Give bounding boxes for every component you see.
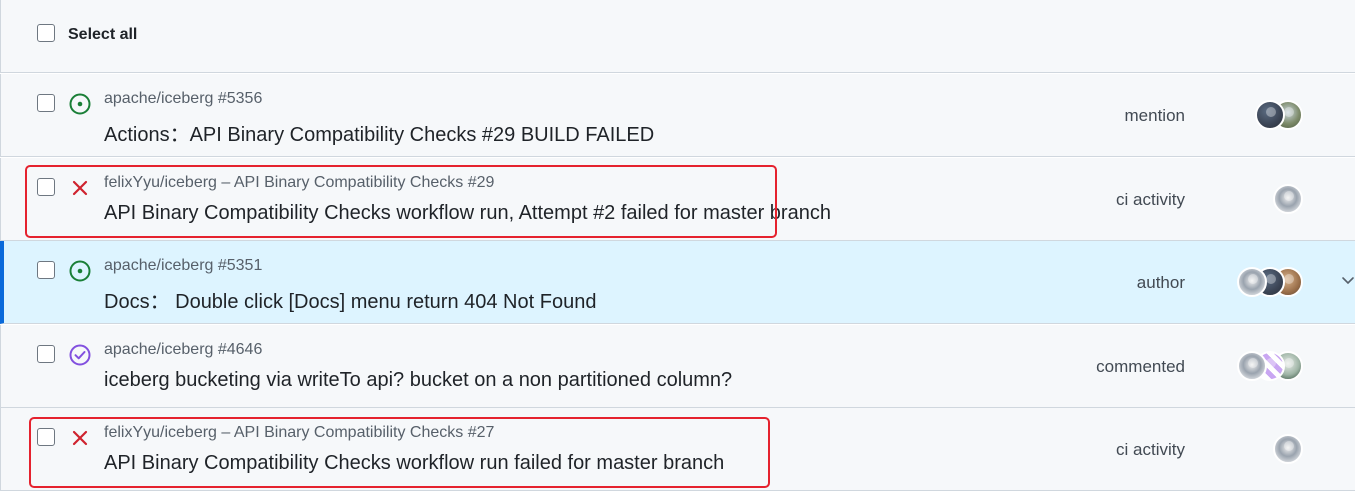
notification-repo[interactable]: apache/iceberg #5351 xyxy=(104,257,262,275)
participants-avatars[interactable] xyxy=(1237,267,1303,299)
notification-repo[interactable]: apache/iceberg #5356 xyxy=(104,90,262,108)
notification-title[interactable]: API Binary Compatibility Checks workflow… xyxy=(104,202,831,225)
issue-open-icon xyxy=(69,93,91,115)
row-checkbox[interactable] xyxy=(37,94,55,112)
notification-row-selected[interactable]: apache/iceberg #5351 Docs： Double click … xyxy=(0,241,1355,324)
select-all-checkbox[interactable] xyxy=(37,24,55,42)
participants-avatars[interactable] xyxy=(1273,434,1303,466)
row-checkbox[interactable] xyxy=(37,428,55,446)
issue-open-icon xyxy=(69,260,91,282)
x-icon xyxy=(72,180,88,196)
notification-title[interactable]: API Binary Compatibility Checks workflow… xyxy=(104,452,724,475)
notification-repo[interactable]: apache/iceberg #4646 xyxy=(104,341,262,359)
notifications-list-header: Select all xyxy=(0,0,1355,73)
notification-title[interactable]: iceberg bucketing via writeTo api? bucke… xyxy=(104,369,732,392)
avatar[interactable] xyxy=(1237,351,1267,381)
row-checkbox[interactable] xyxy=(37,178,55,196)
notification-row[interactable]: felixYyu/iceberg – API Binary Compatibil… xyxy=(0,408,1355,491)
avatar[interactable] xyxy=(1237,267,1267,297)
participants-avatars[interactable] xyxy=(1255,100,1303,132)
notification-reason: mention xyxy=(1124,106,1185,125)
notification-row[interactable]: apache/iceberg #5356 Actions：API Binary … xyxy=(0,74,1355,157)
notification-reason: ci activity xyxy=(1116,440,1185,459)
participants-avatars[interactable] xyxy=(1273,184,1303,216)
notification-reason: commented xyxy=(1096,357,1185,376)
select-all-label[interactable]: Select all xyxy=(68,26,137,44)
avatar[interactable] xyxy=(1255,100,1285,130)
notification-reason: ci activity xyxy=(1116,190,1185,209)
x-icon xyxy=(72,430,88,446)
avatar[interactable] xyxy=(1273,184,1303,214)
chevron-down-icon[interactable] xyxy=(1341,273,1355,287)
notification-repo[interactable]: felixYyu/iceberg – API Binary Compatibil… xyxy=(104,174,494,192)
notification-title[interactable]: Docs： Double click [Docs] menu return 40… xyxy=(104,285,596,314)
row-checkbox[interactable] xyxy=(37,345,55,363)
participants-avatars[interactable] xyxy=(1237,351,1303,383)
notification-title[interactable]: Actions：API Binary Compatibility Checks … xyxy=(104,118,654,147)
notification-repo[interactable]: felixYyu/iceberg – API Binary Compatibil… xyxy=(104,424,494,442)
row-checkbox[interactable] xyxy=(37,261,55,279)
notification-row[interactable]: felixYyu/iceberg – API Binary Compatibil… xyxy=(0,158,1355,241)
avatar[interactable] xyxy=(1273,434,1303,464)
notification-reason: author xyxy=(1136,273,1185,292)
issue-closed-icon xyxy=(69,344,91,366)
notification-row[interactable]: apache/iceberg #4646 iceberg bucketing v… xyxy=(0,325,1355,408)
